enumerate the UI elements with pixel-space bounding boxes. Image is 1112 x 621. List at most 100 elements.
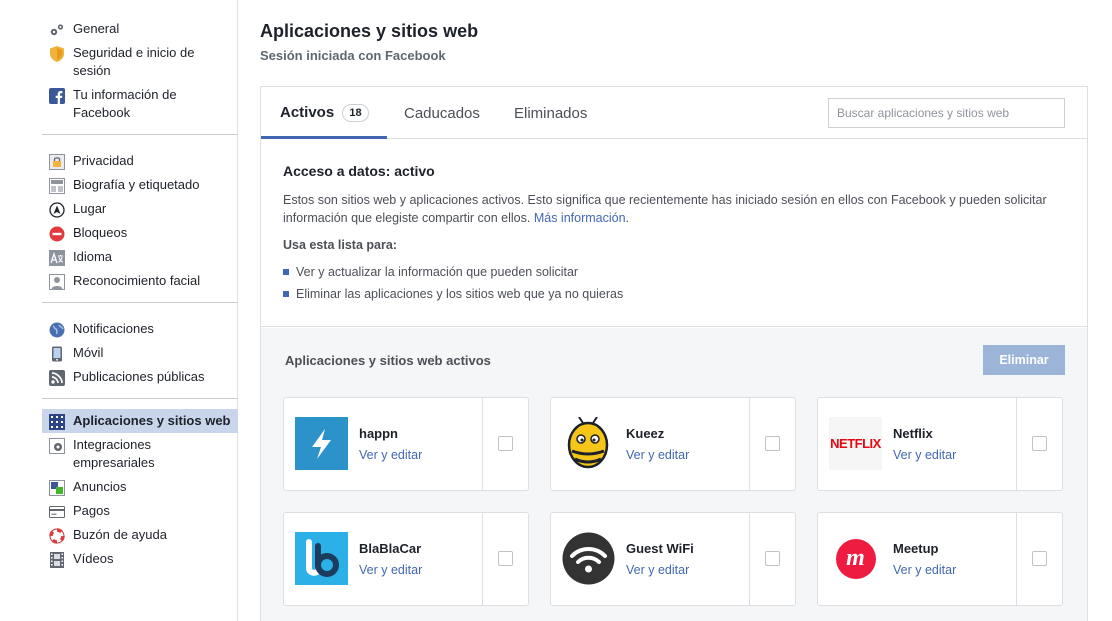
app-card-happn: happn Ver y editar: [283, 397, 529, 491]
sidebar-item-your-info[interactable]: Tu información de Facebook: [42, 83, 238, 125]
wifi-logo: [562, 532, 615, 585]
remove-button[interactable]: Eliminar: [983, 345, 1065, 375]
app-card-blablacar: BlaBlaCar Ver y editar: [283, 512, 529, 606]
sidebar-item-label: Tu información de Facebook: [73, 87, 177, 120]
tab-label: Activos: [280, 104, 335, 121]
sidebar-item-label: Notificaciones: [73, 321, 154, 336]
list-item: Ver y actualizar la información que pued…: [283, 261, 1065, 283]
sidebar-item-apps-websites[interactable]: Aplicaciones y sitios web: [42, 409, 238, 433]
sidebar-item-mobile[interactable]: Móvil: [42, 341, 238, 365]
sidebar-item-label: Idioma: [73, 249, 113, 264]
mobile-icon: [48, 345, 65, 362]
timeline-icon: [48, 177, 65, 194]
app-name: BlaBlaCar: [359, 541, 422, 556]
sidebar-item-label: Vídeos: [73, 551, 114, 566]
rss-icon: [48, 369, 65, 386]
ads-icon: [48, 479, 65, 496]
blablacar-logo: [295, 532, 348, 585]
more-info-link[interactable]: Más información: [534, 211, 626, 225]
sidebar-item-label: Integraciones empresariales: [73, 437, 155, 470]
lock-icon: [48, 153, 65, 170]
app-name: Guest WiFi: [626, 541, 694, 556]
view-edit-link[interactable]: Ver y editar: [359, 563, 422, 577]
sidebar-item-ads[interactable]: Anuncios: [42, 475, 238, 499]
netflix-logo: NETFLIX: [829, 417, 882, 470]
tab-removed[interactable]: Eliminados: [514, 87, 587, 139]
use-list: Ver y actualizar la información que pued…: [283, 261, 1065, 305]
sidebar-item-timeline[interactable]: Biografía y etiquetado: [42, 173, 238, 197]
sidebar-group-notifications: Notificaciones Móvil Publicaciones públi…: [42, 303, 238, 399]
info-body-text: Estos son sitios web y aplicaciones acti…: [283, 193, 1047, 225]
select-checkbox[interactable]: [498, 436, 513, 451]
block-icon: [48, 225, 65, 242]
apps-icon: [48, 413, 65, 430]
meetup-logo-text: m: [846, 545, 865, 571]
lifebuoy-icon: [48, 527, 65, 544]
info-body: Estos son sitios web y aplicaciones acti…: [283, 191, 1065, 227]
facebook-icon: [48, 87, 65, 104]
divider: [1016, 398, 1017, 490]
bee-logo: [562, 417, 615, 470]
divider: [749, 398, 750, 490]
divider: [482, 513, 483, 605]
info-heading: Acceso a datos: activo: [283, 163, 435, 179]
sidebar-item-business-integrations[interactable]: Integraciones empresariales: [42, 433, 238, 475]
search-input[interactable]: [828, 98, 1065, 128]
page-title: Aplicaciones y sitios web: [260, 21, 479, 41]
happn-logo: [295, 417, 348, 470]
meetup-logo: m: [829, 532, 882, 585]
app-name: happn: [359, 426, 398, 441]
view-edit-link[interactable]: Ver y editar: [893, 563, 956, 577]
select-checkbox[interactable]: [765, 436, 780, 451]
divider: [749, 513, 750, 605]
face-icon: [48, 273, 65, 290]
globe-icon: [48, 321, 65, 338]
section-heading: Aplicaciones y sitios web activos: [285, 353, 491, 368]
info-body-suffix: .: [625, 211, 630, 225]
view-edit-link[interactable]: Ver y editar: [893, 448, 956, 462]
netflix-logo-text: NETFLIX: [830, 436, 881, 451]
select-checkbox[interactable]: [1032, 551, 1047, 566]
sidebar-item-privacy[interactable]: Privacidad: [42, 149, 238, 173]
view-edit-link[interactable]: Ver y editar: [359, 448, 422, 462]
sidebar-item-face-recognition[interactable]: Reconocimiento facial: [42, 269, 238, 293]
app-name: Meetup: [893, 541, 939, 556]
sidebar-item-blocking[interactable]: Bloqueos: [42, 221, 238, 245]
page-subtitle: Sesión iniciada con Facebook: [260, 48, 446, 63]
select-checkbox[interactable]: [498, 551, 513, 566]
language-icon: [48, 249, 65, 266]
sidebar-item-label: Buzón de ayuda: [73, 527, 167, 542]
view-edit-link[interactable]: Ver y editar: [626, 448, 689, 462]
shield-icon: [48, 45, 65, 62]
gears-icon: [48, 21, 65, 38]
sidebar-group-account: General Seguridad e inicio de sesión Tu …: [42, 0, 238, 135]
tab-expired[interactable]: Caducados: [404, 87, 480, 139]
sidebar-item-public-posts[interactable]: Publicaciones públicas: [42, 365, 238, 389]
select-checkbox[interactable]: [1032, 436, 1047, 451]
app-card-kueez: Kueez Ver y editar: [550, 397, 796, 491]
active-apps-section: Aplicaciones y sitios web activos Elimin…: [261, 328, 1087, 621]
sidebar-item-notifications[interactable]: Notificaciones: [42, 317, 238, 341]
sidebar-item-label: Bloqueos: [73, 225, 128, 240]
sidebar-item-location[interactable]: Lugar: [42, 197, 238, 221]
sidebar-item-security[interactable]: Seguridad e inicio de sesión: [42, 41, 238, 83]
view-edit-link[interactable]: Ver y editar: [626, 563, 689, 577]
sidebar-item-label: Aplicaciones y sitios web: [73, 413, 231, 428]
app-card-meetup: m Meetup Ver y editar: [817, 512, 1063, 606]
sidebar-item-general[interactable]: General: [42, 17, 238, 41]
tab-active[interactable]: Activos 18: [261, 87, 387, 139]
select-checkbox[interactable]: [765, 551, 780, 566]
sidebar-item-support-inbox[interactable]: Buzón de ayuda: [42, 523, 238, 547]
sidebar-item-payments[interactable]: Pagos: [42, 499, 238, 523]
sidebar-item-label: Lugar: [73, 201, 107, 216]
divider: [1016, 513, 1017, 605]
sidebar-item-label: Seguridad e inicio de sesión: [73, 45, 195, 78]
sidebar-item-language[interactable]: Idioma: [42, 245, 238, 269]
data-access-info: Acceso a datos: activo Estos son sitios …: [261, 139, 1087, 327]
app-name: Kueez: [626, 426, 665, 441]
count-badge: 18: [342, 104, 369, 123]
sidebar-item-videos[interactable]: Vídeos: [42, 547, 238, 571]
sidebar-group-privacy: Privacidad Biografía y etiquetado Lugar …: [42, 135, 238, 303]
gear-icon: [48, 437, 65, 454]
use-list-title: Usa esta lista para:: [283, 238, 397, 252]
